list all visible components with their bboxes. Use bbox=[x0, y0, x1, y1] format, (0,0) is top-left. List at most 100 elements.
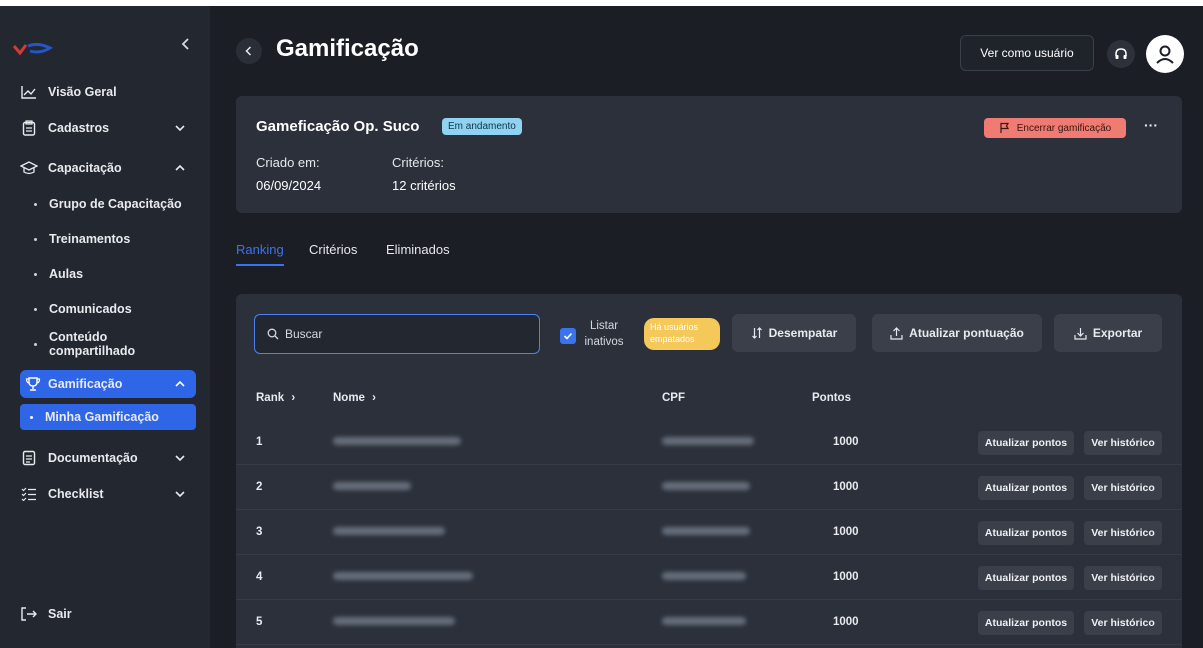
chevron-down-icon bbox=[175, 491, 185, 498]
points-cell: 1000 bbox=[833, 526, 859, 538]
collapse-sidebar-icon[interactable] bbox=[178, 36, 194, 52]
ranking-panel: Buscar Listar inativos Há usuários empat… bbox=[236, 294, 1182, 648]
name-redacted bbox=[333, 482, 411, 490]
list-inactive-label[interactable]: Listar inativos bbox=[582, 318, 626, 350]
criteria-label: Critérios: bbox=[392, 155, 445, 170]
table-row: 2 1000 Atualizar pontos Ver histórico bbox=[236, 465, 1182, 510]
view-history-button[interactable]: Ver histórico bbox=[1084, 431, 1162, 455]
update-points-button[interactable]: Atualizar pontos bbox=[978, 521, 1074, 545]
chevron-right-icon: › bbox=[291, 392, 296, 404]
sidebar-item-gamificacao[interactable]: Gamificação bbox=[20, 370, 196, 398]
graduation-cap-icon bbox=[20, 159, 38, 177]
document-icon bbox=[20, 449, 38, 467]
export-button[interactable]: Exportar bbox=[1054, 314, 1162, 352]
bullet-icon bbox=[34, 272, 37, 276]
user-avatar-button[interactable] bbox=[1146, 35, 1184, 73]
gamification-name: Gameficação Op. Suco bbox=[256, 118, 420, 135]
points-cell: 1000 bbox=[833, 436, 859, 448]
sidebar-item-comunicados[interactable]: Comunicados bbox=[20, 295, 196, 323]
rank-cell: 5 bbox=[256, 616, 263, 628]
sidebar-item-cadastros[interactable]: Cadastros bbox=[20, 114, 196, 142]
chart-line-icon bbox=[20, 83, 38, 101]
sidebar-item-label: Capacitação bbox=[48, 161, 122, 175]
list-inactive-checkbox[interactable] bbox=[560, 328, 576, 344]
table-row: 4 1000 Atualizar pontos Ver histórico bbox=[236, 555, 1182, 600]
bullet-icon bbox=[34, 237, 37, 241]
column-header-pontos: Pontos bbox=[812, 392, 851, 404]
bullet-icon bbox=[30, 415, 33, 419]
cpf-redacted bbox=[662, 527, 750, 535]
user-icon bbox=[1156, 45, 1174, 64]
chevron-left-icon bbox=[245, 46, 252, 56]
view-history-button[interactable]: Ver histórico bbox=[1084, 476, 1162, 500]
active-tab-indicator bbox=[236, 264, 284, 266]
sidebar-item-treinamentos[interactable]: Treinamentos bbox=[20, 225, 196, 253]
sidebar-item-documentacao[interactable]: Documentação bbox=[20, 444, 196, 472]
cpf-redacted bbox=[662, 437, 754, 445]
points-cell: 1000 bbox=[833, 571, 859, 583]
search-placeholder: Buscar bbox=[285, 327, 323, 341]
sidebar-item-label: Aulas bbox=[49, 267, 84, 281]
end-gamification-label: Encerrar gamificação bbox=[1016, 122, 1112, 134]
clipboard-icon bbox=[20, 119, 38, 137]
logout-button[interactable]: Sair bbox=[20, 600, 196, 628]
view-history-button[interactable]: Ver histórico bbox=[1084, 566, 1162, 590]
column-header-nome[interactable]: Nome › bbox=[333, 392, 376, 404]
update-points-button[interactable]: Atualizar pontos bbox=[978, 611, 1074, 635]
support-button[interactable] bbox=[1107, 40, 1135, 68]
flag-icon bbox=[1000, 122, 1009, 133]
logout-icon bbox=[20, 605, 38, 623]
view-history-button[interactable]: Ver histórico bbox=[1084, 611, 1162, 635]
sidebar-item-visao-geral[interactable]: Visão Geral bbox=[20, 78, 196, 106]
bullet-icon bbox=[34, 307, 37, 311]
status-badge: Em andamento bbox=[442, 118, 522, 135]
update-score-button[interactable]: Atualizar pontuação bbox=[872, 314, 1042, 352]
cpf-redacted bbox=[662, 572, 746, 580]
upload-icon bbox=[890, 326, 903, 340]
cpf-redacted bbox=[662, 617, 746, 625]
sidebar-item-label: Comunicados bbox=[49, 302, 132, 316]
sidebar-item-label: Minha Gamificação bbox=[45, 410, 159, 424]
name-redacted bbox=[333, 617, 455, 625]
tab-ranking[interactable]: Ranking bbox=[236, 242, 284, 257]
sidebar-item-label: Documentação bbox=[48, 451, 138, 465]
headset-icon bbox=[1115, 48, 1127, 59]
bullet-icon bbox=[34, 202, 37, 206]
view-history-button[interactable]: Ver histórico bbox=[1084, 521, 1162, 545]
untie-button[interactable]: Desempatar bbox=[732, 314, 856, 352]
table-row: 3 1000 Atualizar pontos Ver histórico bbox=[236, 510, 1182, 555]
chevron-up-icon bbox=[175, 164, 185, 171]
update-points-button[interactable]: Atualizar pontos bbox=[978, 476, 1074, 500]
chevron-down-icon bbox=[175, 125, 185, 132]
sidebar-item-aulas[interactable]: Aulas bbox=[20, 260, 196, 288]
name-redacted bbox=[333, 527, 445, 535]
update-points-button[interactable]: Atualizar pontos bbox=[978, 566, 1074, 590]
created-label: Criado em: bbox=[256, 155, 320, 170]
end-gamification-button[interactable]: Encerrar gamificação bbox=[984, 118, 1126, 138]
update-points-button[interactable]: Atualizar pontos bbox=[978, 431, 1074, 455]
tab-eliminados[interactable]: Eliminados bbox=[386, 242, 450, 257]
sidebar-item-minha-gamificacao[interactable]: Minha Gamificação bbox=[20, 404, 196, 430]
column-header-label: Rank bbox=[256, 392, 285, 404]
search-input[interactable]: Buscar bbox=[254, 314, 540, 354]
sidebar-item-label: Visão Geral bbox=[48, 85, 117, 99]
sidebar-item-conteudo-compartilhado[interactable]: Conteúdo compartilhado bbox=[20, 330, 196, 358]
tab-criterios[interactable]: Critérios bbox=[309, 242, 357, 257]
rank-cell: 1 bbox=[256, 436, 263, 448]
sidebar-item-checklist[interactable]: Checklist bbox=[20, 480, 196, 508]
sidebar-item-capacitacao[interactable]: Capacitação bbox=[20, 154, 196, 182]
back-button[interactable] bbox=[236, 38, 262, 64]
export-label: Exportar bbox=[1092, 326, 1143, 340]
view-as-user-button[interactable]: Ver como usuário bbox=[960, 35, 1094, 71]
criteria-value: 12 critérios bbox=[392, 178, 456, 193]
chevron-right-icon: › bbox=[372, 392, 376, 404]
column-header-cpf: CPF bbox=[662, 392, 685, 404]
untie-label: Desempatar bbox=[768, 326, 838, 340]
bullet-icon bbox=[34, 342, 37, 346]
table-row: 5 1000 Atualizar pontos Ver histórico bbox=[236, 600, 1182, 645]
column-header-label: Nome bbox=[333, 392, 365, 404]
more-options-icon[interactable]: ··· bbox=[1140, 118, 1162, 138]
checklist-icon bbox=[20, 485, 38, 503]
column-header-rank[interactable]: Rank › bbox=[256, 392, 295, 404]
sidebar-item-grupo-capacitacao[interactable]: Grupo de Capacitação bbox=[20, 190, 196, 218]
